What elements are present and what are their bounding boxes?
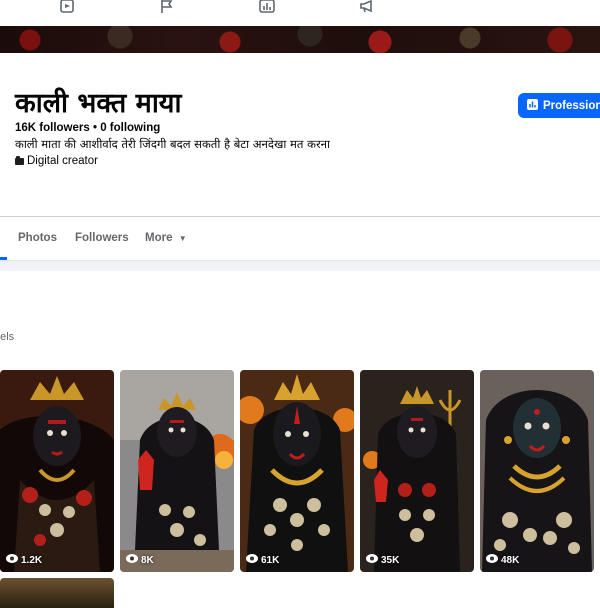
eye-icon <box>366 554 378 566</box>
tab-more[interactable]: More ▼ <box>145 217 187 260</box>
tab-photos[interactable]: Photos <box>18 217 57 260</box>
eye-icon <box>6 554 18 566</box>
view-count-label: 48K <box>501 554 520 566</box>
view-count: 8K <box>126 554 154 566</box>
view-count: 35K <box>366 554 399 566</box>
category-label: Digital creator <box>27 155 98 167</box>
video-icon[interactable] <box>58 0 76 14</box>
tab-followers[interactable]: Followers <box>75 217 129 260</box>
reel-image <box>240 370 354 572</box>
professional-label: Professiona <box>543 99 600 112</box>
profile-tabs: Photos Followers More ▼ <box>0 217 600 260</box>
view-count: 61K <box>246 554 279 566</box>
dashboard-icon <box>527 98 538 113</box>
caret-down-icon: ▼ <box>178 234 187 243</box>
reel-thumbnail[interactable]: 48K <box>480 370 594 572</box>
tabs-separator <box>0 260 600 271</box>
eye-icon <box>126 554 138 566</box>
reel-image <box>120 370 234 572</box>
reel-thumbnail[interactable]: 35K <box>360 370 474 572</box>
view-count: 48K <box>486 554 519 566</box>
briefcase-icon <box>15 155 24 165</box>
profile-bio: काली माता की आशीर्वाद तेरी जिंदगी बदल सक… <box>15 137 331 151</box>
section-title: eels <box>0 331 15 343</box>
top-nav <box>0 0 600 26</box>
reel-image <box>360 370 474 572</box>
eye-icon <box>246 554 258 566</box>
tab-label: More <box>145 232 173 244</box>
tab-label: Followers <box>75 232 129 244</box>
reel-thumbnail[interactable]: 8K <box>120 370 234 572</box>
view-count-label: 1.2K <box>21 554 43 566</box>
cover-photo[interactable] <box>0 26 600 53</box>
megaphone-icon[interactable] <box>358 0 376 14</box>
tab-label: Photos <box>18 232 57 244</box>
reel-thumbnail[interactable]: 1.2K <box>0 370 114 572</box>
view-count-label: 35K <box>381 554 400 566</box>
view-count-label: 61K <box>261 554 280 566</box>
reel-image <box>480 370 594 572</box>
chart-icon[interactable] <box>258 0 276 14</box>
view-count-label: 8K <box>141 554 154 566</box>
profile-category: Digital creator <box>15 155 98 167</box>
profile-name: काली भक्त माया <box>15 88 182 119</box>
reel-image <box>0 370 114 572</box>
follower-stats[interactable]: 16K followers • 0 following <box>15 122 160 134</box>
flag-icon[interactable] <box>158 0 176 14</box>
reel-thumbnail-partial[interactable] <box>0 578 114 608</box>
professional-dashboard-button[interactable]: Professiona <box>518 93 600 118</box>
eye-icon <box>486 554 498 566</box>
view-count: 1.2K <box>6 554 42 566</box>
reel-thumbnail[interactable]: 61K <box>240 370 354 572</box>
